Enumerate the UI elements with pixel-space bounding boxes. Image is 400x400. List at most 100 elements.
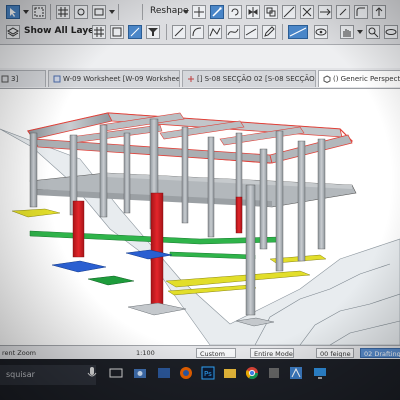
column bbox=[207, 136, 215, 238]
yellow-beam bbox=[165, 270, 311, 288]
chevron-down-icon[interactable] bbox=[109, 10, 115, 14]
eye-icon[interactable] bbox=[314, 25, 328, 39]
column bbox=[297, 140, 306, 262]
custom-select[interactable]: Custom bbox=[196, 348, 236, 358]
separator bbox=[166, 24, 167, 40]
layer-select[interactable]: 00 feigne bbox=[316, 348, 354, 358]
column bbox=[259, 148, 268, 250]
tab-view[interactable]: 3] bbox=[0, 70, 46, 87]
chevron-down-icon[interactable] bbox=[23, 10, 29, 14]
yellow-beam bbox=[11, 208, 61, 218]
footing-green bbox=[87, 275, 135, 286]
hand-icon[interactable] bbox=[340, 25, 354, 39]
grid-icon[interactable] bbox=[56, 5, 70, 19]
chrome-icon[interactable] bbox=[244, 365, 260, 381]
column bbox=[317, 138, 326, 250]
red-column bbox=[72, 200, 85, 258]
tab-3d-perspective[interactable]: () Generic Perspective [3D / ... bbox=[318, 70, 400, 87]
mirror-icon[interactable] bbox=[246, 5, 260, 19]
fillet-icon[interactable] bbox=[354, 5, 368, 19]
separator bbox=[50, 4, 51, 20]
separator bbox=[282, 24, 283, 40]
separator bbox=[118, 4, 119, 20]
marquee-icon[interactable] bbox=[32, 5, 46, 19]
red-column bbox=[235, 196, 243, 234]
tab-bar: 3] W-09 Worksheet [W-09 Worksheet] [] S-… bbox=[0, 68, 400, 89]
red-column bbox=[150, 192, 164, 306]
box-icon[interactable] bbox=[92, 5, 106, 19]
browser-icon[interactable] bbox=[156, 365, 172, 381]
separator bbox=[142, 4, 143, 20]
view-icon bbox=[1, 75, 9, 83]
section-icon bbox=[187, 75, 195, 83]
firefox-icon[interactable] bbox=[178, 365, 194, 381]
orbit-icon[interactable] bbox=[384, 25, 398, 39]
rotate-icon[interactable] bbox=[228, 5, 242, 19]
screen: Reshape Show All Layers 3] W-09 Workshee… bbox=[0, 0, 400, 400]
model-view-select[interactable]: Entire Model bbox=[250, 348, 294, 358]
line-tool-icon[interactable] bbox=[172, 25, 186, 39]
hash-grid-icon[interactable] bbox=[92, 25, 106, 39]
snap-icon[interactable] bbox=[74, 5, 88, 19]
building-model bbox=[0, 112, 400, 345]
footing-grey bbox=[127, 302, 187, 316]
move-icon[interactable] bbox=[192, 5, 206, 19]
elevate-icon[interactable] bbox=[372, 5, 386, 19]
3d-viewport[interactable] bbox=[0, 89, 400, 345]
drafting-select[interactable]: 02 Drafting bbox=[360, 348, 400, 358]
chevron-down-icon[interactable] bbox=[357, 30, 363, 34]
zoom-icon[interactable] bbox=[366, 25, 380, 39]
polyline-icon[interactable] bbox=[208, 25, 222, 39]
magic-wand-icon[interactable] bbox=[210, 5, 224, 19]
column bbox=[275, 130, 284, 272]
zoom-label: rent Zoom bbox=[2, 349, 37, 357]
suspend-groups-icon[interactable] bbox=[110, 25, 124, 39]
scale-label[interactable]: 1:100 bbox=[136, 349, 155, 357]
pencil-icon[interactable] bbox=[262, 25, 276, 39]
toolbar-row-1: Reshape bbox=[0, 2, 400, 22]
tab-label: 3] bbox=[11, 75, 19, 83]
arc-tool-icon[interactable] bbox=[190, 25, 204, 39]
task-view-icon[interactable] bbox=[108, 365, 124, 381]
chevron-down-icon[interactable] bbox=[183, 10, 189, 14]
search-input[interactable]: squisar bbox=[0, 365, 96, 385]
column bbox=[29, 132, 38, 208]
footing-blue bbox=[125, 249, 173, 260]
tab-section[interactable]: [] S-08 SECÇÃO 02 [S-08 SECÇÃO 02] bbox=[182, 70, 316, 87]
mic-icon[interactable] bbox=[84, 365, 100, 381]
3d-icon bbox=[323, 75, 331, 84]
column bbox=[123, 132, 131, 214]
monitor-icon[interactable] bbox=[312, 365, 328, 381]
column bbox=[181, 126, 189, 224]
arrow-tool-icon[interactable] bbox=[6, 5, 20, 19]
svg-text:Ps: Ps bbox=[204, 370, 212, 378]
tab-label: [] S-08 SECÇÃO 02 [S-08 SECÇÃO 02] bbox=[197, 75, 316, 83]
measure-icon[interactable] bbox=[244, 25, 258, 39]
footing-blue bbox=[51, 260, 107, 273]
layers-icon[interactable] bbox=[6, 25, 20, 39]
column bbox=[99, 124, 108, 218]
stretch-icon[interactable] bbox=[318, 5, 332, 19]
trim-icon[interactable] bbox=[300, 5, 314, 19]
tab-worksheet[interactable]: W-09 Worksheet [W-09 Worksheet] bbox=[48, 70, 180, 87]
trace-icon[interactable] bbox=[128, 25, 142, 39]
camera-app-icon[interactable] bbox=[132, 365, 148, 381]
offset-icon[interactable] bbox=[264, 5, 278, 19]
column bbox=[245, 184, 256, 316]
guide-line-icon[interactable] bbox=[288, 25, 308, 39]
archicad-icon[interactable] bbox=[288, 365, 304, 381]
tab-label: () Generic Perspective [3D / ... bbox=[333, 75, 400, 83]
split-icon[interactable] bbox=[282, 5, 296, 19]
status-bar: rent Zoom 1:100 Custom Entire Model 00 f… bbox=[0, 345, 400, 360]
spline-icon[interactable] bbox=[226, 25, 240, 39]
photoshop-icon[interactable]: Ps bbox=[200, 365, 216, 381]
filter-icon[interactable] bbox=[146, 25, 160, 39]
tab-label: W-09 Worksheet [W-09 Worksheet] bbox=[63, 75, 180, 83]
toolbar: Reshape Show All Layers bbox=[0, 0, 400, 45]
app-icon[interactable] bbox=[266, 365, 282, 381]
adjust-icon[interactable] bbox=[336, 5, 350, 19]
toolbar-row-2: Show All Layers bbox=[0, 22, 400, 42]
toolbar-gap bbox=[0, 45, 400, 68]
worksheet-icon bbox=[53, 75, 61, 83]
files-icon[interactable] bbox=[222, 365, 238, 381]
